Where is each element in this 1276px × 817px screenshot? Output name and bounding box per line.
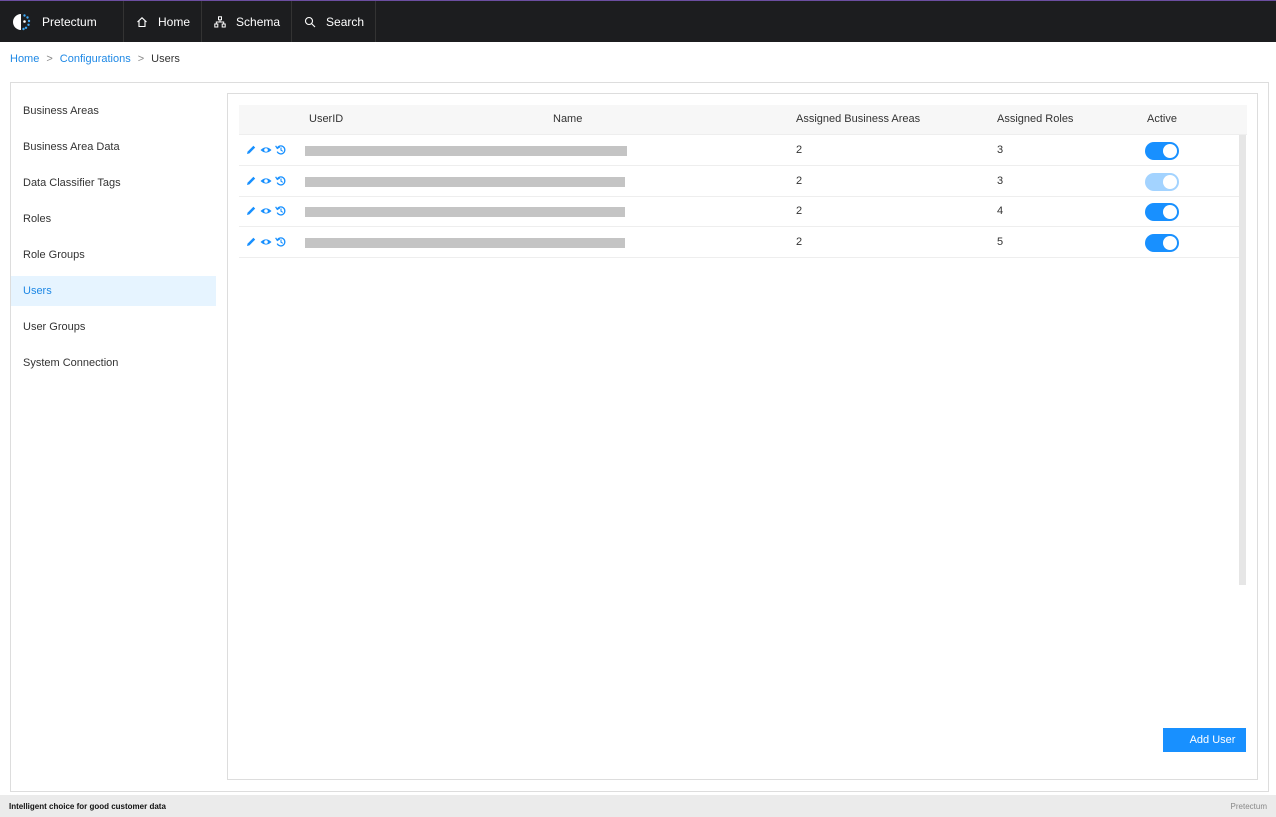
column-header-business-areas[interactable]: Assigned Business Areas <box>796 113 920 125</box>
column-header-roles[interactable]: Assigned Roles <box>997 113 1073 125</box>
column-header-active[interactable]: Active <box>1147 113 1177 125</box>
nav-schema[interactable]: Schema <box>202 1 293 42</box>
sidebar-item-roles[interactable]: Roles <box>11 204 216 234</box>
row-actions <box>245 236 287 248</box>
sidebar-item-label: Data Classifier Tags <box>23 177 121 189</box>
nav-search[interactable]: Search <box>292 1 377 42</box>
history-icon[interactable] <box>275 144 287 156</box>
config-sidebar: Business Areas Business Area Data Data C… <box>11 96 216 384</box>
redacted-user-info <box>305 146 627 156</box>
sidebar-item-label: Users <box>23 285 52 297</box>
schema-icon <box>213 15 227 29</box>
sidebar-item-label: Business Area Data <box>23 141 120 153</box>
table-header: UserID Name Assigned Business Areas Assi… <box>239 105 1247 135</box>
edit-icon[interactable] <box>245 175 257 187</box>
redacted-user-info <box>305 177 625 187</box>
brand-name: Pretectum <box>42 14 97 29</box>
search-icon <box>303 15 317 29</box>
breadcrumb-home[interactable]: Home <box>10 53 39 65</box>
pretectum-logo-icon <box>13 13 31 30</box>
sidebar-item-label: System Connection <box>23 357 119 369</box>
breadcrumb-separator: > <box>46 53 53 65</box>
table-row: 2 4 <box>239 196 1239 227</box>
active-toggle[interactable] <box>1145 173 1179 191</box>
nav-home[interactable]: Home <box>124 1 203 42</box>
brand[interactable]: Pretectum <box>0 1 124 42</box>
sidebar-item-data-classifier-tags[interactable]: Data Classifier Tags <box>11 168 216 198</box>
nav-search-label: Search <box>326 14 365 29</box>
history-icon[interactable] <box>275 236 287 248</box>
home-icon <box>135 15 149 29</box>
cell-business-areas: 2 <box>796 205 803 217</box>
sidebar-item-label: User Groups <box>23 321 86 333</box>
edit-icon[interactable] <box>245 205 257 217</box>
cell-business-areas: 2 <box>796 175 803 187</box>
edit-icon[interactable] <box>245 144 257 156</box>
add-user-button[interactable]: Add User <box>1163 728 1246 752</box>
sidebar-item-user-groups[interactable]: User Groups <box>11 312 216 342</box>
cell-roles: 3 <box>997 175 1004 187</box>
sidebar-item-label: Roles <box>23 213 52 225</box>
row-actions <box>245 144 287 156</box>
column-header-userid[interactable]: UserID <box>309 113 343 125</box>
nav-home-label: Home <box>158 14 191 29</box>
table-row: 2 3 <box>239 166 1239 197</box>
sidebar-item-label: Business Areas <box>23 105 99 117</box>
footer: Intelligent choice for good customer dat… <box>0 795 1276 817</box>
view-icon[interactable] <box>260 236 272 248</box>
active-toggle[interactable] <box>1145 203 1179 221</box>
history-icon[interactable] <box>275 205 287 217</box>
redacted-user-info <box>305 207 625 217</box>
sidebar-item-business-areas[interactable]: Business Areas <box>11 96 216 126</box>
cell-roles: 4 <box>997 205 1004 217</box>
top-navbar: Pretectum Home Schema Search <box>0 0 1276 42</box>
view-icon[interactable] <box>260 205 272 217</box>
cell-roles: 5 <box>997 236 1004 248</box>
table-scrollbar[interactable] <box>1239 135 1246 585</box>
breadcrumb-separator: > <box>137 53 145 65</box>
breadcrumb-current: Users <box>151 53 180 65</box>
sidebar-item-role-groups[interactable]: Role Groups <box>11 240 216 270</box>
edit-icon[interactable] <box>245 236 257 248</box>
sidebar-item-business-area-data[interactable]: Business Area Data <box>11 132 216 162</box>
redacted-user-info <box>305 238 625 248</box>
breadcrumb: Home > Configurations > Users <box>10 53 180 65</box>
history-icon[interactable] <box>275 175 287 187</box>
view-icon[interactable] <box>260 144 272 156</box>
breadcrumb-configurations[interactable]: Configurations <box>60 53 131 65</box>
nav-schema-label: Schema <box>236 14 281 29</box>
users-panel: UserID Name Assigned Business Areas Assi… <box>227 93 1258 780</box>
active-toggle[interactable] <box>1145 234 1179 252</box>
sidebar-item-system-connection[interactable]: System Connection <box>11 348 216 378</box>
row-actions <box>245 205 287 217</box>
sidebar-item-label: Role Groups <box>23 249 85 261</box>
view-icon[interactable] <box>260 175 272 187</box>
cell-business-areas: 2 <box>796 236 803 248</box>
column-header-name[interactable]: Name <box>553 113 582 125</box>
active-toggle[interactable] <box>1145 142 1179 160</box>
sidebar-item-users[interactable]: Users <box>11 276 216 306</box>
table-row: 2 5 <box>239 227 1239 258</box>
cell-business-areas: 2 <box>796 144 803 156</box>
footer-brand: Pretectum <box>1230 801 1267 811</box>
cell-roles: 3 <box>997 144 1004 156</box>
table-row: 2 3 <box>239 135 1239 166</box>
footer-tagline: Intelligent choice for good customer dat… <box>9 801 166 811</box>
row-actions <box>245 175 287 187</box>
